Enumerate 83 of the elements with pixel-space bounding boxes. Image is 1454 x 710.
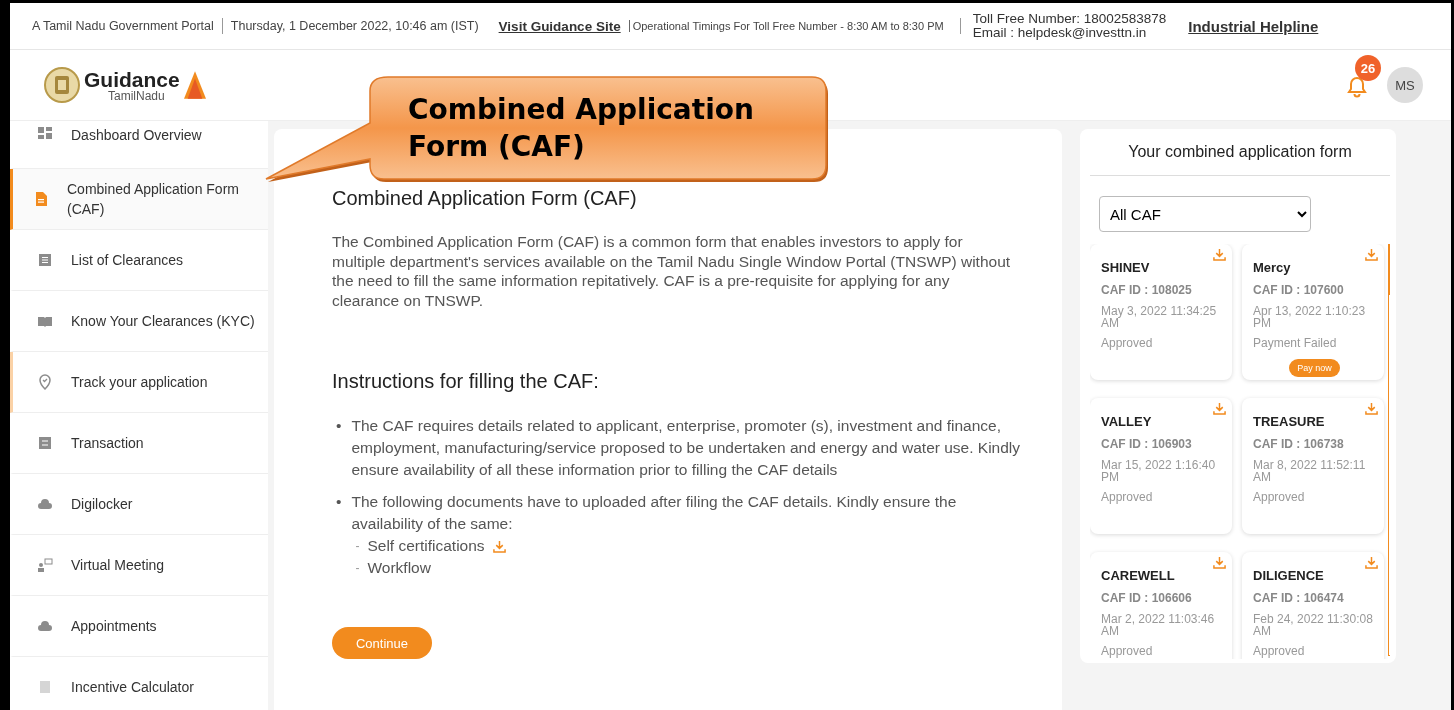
intro-paragraph: The Combined Application Form (CAF) is a common form that enables investors to apply for multiple department's services available on the Tamil Nadu Single Window Portal (TNSWP) without the need to fill the same information repitatively. CAF is a pre-requisite for applying for any clearance on TNSWP.	[332, 232, 1012, 310]
company-name: DILIGENCE	[1253, 568, 1325, 583]
operational-timings: Operational Timings For Toll Free Number - 8:30 AM to 8:30 PM	[628, 20, 944, 32]
application-card[interactable]: VALLEY CAF ID : 106903 Mar 15, 2022 1:16:40 PM Approved	[1090, 398, 1232, 534]
company-name: TREASURE	[1253, 414, 1326, 429]
notification-badge: 26	[1355, 55, 1381, 81]
download-icon[interactable]	[1365, 556, 1378, 569]
caf-filter-dropdown[interactable]: All CAF	[1099, 196, 1311, 232]
toll-free-number: Toll Free Number: 18002583878	[972, 12, 1167, 26]
sidebar-item[interactable]: List of Clearances	[10, 230, 268, 291]
industrial-helpline-link[interactable]: Industrial Helpline	[1188, 17, 1319, 35]
company-name: Mercy	[1253, 260, 1292, 275]
application-status: Payment Failed	[1253, 337, 1338, 349]
panel-title: Your combined application form	[1090, 143, 1390, 176]
guidance-site-link[interactable]: Visit Guidance Site	[498, 18, 621, 34]
document-icon	[33, 191, 49, 207]
download-icon[interactable]	[1213, 402, 1226, 415]
cloud-icon	[37, 618, 53, 634]
logo-subtitle: TamilNadu	[107, 89, 166, 102]
list-icon	[37, 252, 53, 268]
date-time: Thursday, 1 December 2022, 10:46 am (IST)	[230, 19, 479, 33]
application-card[interactable]: DILIGENCE CAF ID : 106474 Feb 24, 2022 11:30:08 AM Approved	[1242, 552, 1384, 659]
dash: -	[355, 538, 360, 555]
application-card[interactable]: CAREWELL CAF ID : 106606 Mar 2, 2022 11:03:46 AM Approved	[1090, 552, 1232, 659]
application-status: Approved	[1101, 337, 1154, 349]
sidebar-item[interactable]: Transaction	[10, 413, 268, 474]
application-card[interactable]: Mercy CAF ID : 107600 Apr 13, 2022 1:10:23 PM Payment Failed Pay now	[1242, 244, 1384, 380]
bullet: •	[336, 492, 342, 512]
submitted-date: Mar 15, 2022 1:16:40 PM	[1101, 459, 1217, 483]
cloud-icon	[37, 496, 53, 512]
page-heading: Combined Application Form (CAF)	[332, 187, 638, 210]
calculator-icon	[37, 679, 53, 695]
bell-icon[interactable]	[1345, 75, 1369, 99]
sidebar-item[interactable]: Appointments	[10, 596, 268, 657]
application-card[interactable]: SHINEV CAF ID : 108025 May 3, 2022 11:34:25 AM Approved	[1090, 244, 1232, 380]
caf-id: CAF ID : 106606	[1101, 591, 1193, 605]
download-icon[interactable]	[1365, 402, 1378, 415]
document-item: Workflow	[367, 558, 431, 578]
instructions-heading: Instructions for filling the CAF:	[332, 370, 600, 393]
meeting-icon	[37, 557, 53, 573]
instruction-text: The CAF requires details related to applicant, enterprise, promoter (s), investment and finance, employment, manufacturing/service proposed to be undertaken and energy and water use. Kindly ensure availability of all these information prior to filling the CAF details	[351, 417, 1021, 478]
company-name: SHINEV	[1101, 260, 1151, 275]
sidebar-item[interactable]: Combined Application Form (CAF)	[10, 169, 268, 230]
dashboard-icon	[37, 125, 53, 141]
submitted-date: Mar 8, 2022 11:52:11 AM	[1253, 459, 1367, 483]
document-item: Self certifications	[367, 536, 485, 556]
company-name: CAREWELL	[1101, 568, 1176, 583]
download-icon[interactable]	[492, 539, 506, 553]
caf-id: CAF ID : 107600	[1253, 283, 1345, 297]
sidebar-item[interactable]: Incentive Calculator	[10, 657, 268, 710]
submitted-date: Apr 13, 2022 1:10:23 PM	[1253, 305, 1367, 329]
transfer-icon	[37, 435, 53, 451]
submitted-date: May 3, 2022 11:34:25 AM	[1101, 305, 1218, 329]
application-status: Approved	[1101, 491, 1154, 503]
sidebar-item[interactable]: Digilocker	[10, 474, 268, 535]
caf-id: CAF ID : 106738	[1253, 437, 1345, 451]
caf-id: CAF ID : 106474	[1253, 591, 1345, 605]
logo-mark-icon	[183, 70, 206, 100]
company-name: VALLEY	[1101, 414, 1153, 429]
application-status: Approved	[1253, 491, 1306, 503]
application-card[interactable]: TREASURE CAF ID : 106738 Mar 8, 2022 11:52:11 AM Approved	[1242, 398, 1384, 534]
bullet: •	[336, 416, 342, 436]
submitted-date: Feb 24, 2022 11:30:08 AM	[1253, 613, 1374, 637]
user-avatar[interactable]: MS	[1387, 67, 1423, 103]
application-status: Approved	[1101, 645, 1154, 657]
location-pin-icon	[37, 374, 53, 390]
download-icon[interactable]	[1213, 556, 1226, 569]
caf-id: CAF ID : 108025	[1101, 283, 1193, 297]
sidebar-item[interactable]: Know Your Clearances (KYC)	[10, 291, 268, 352]
dash: -	[355, 560, 360, 577]
download-icon[interactable]	[1213, 248, 1226, 261]
application-status: Approved	[1253, 645, 1306, 657]
logo-title: Guidance	[84, 68, 180, 90]
instruction-text: The following documents have to uploaded after filing the CAF details. Kindly ensure the availability of the same:	[351, 493, 957, 532]
caf-id: CAF ID : 106903	[1101, 437, 1193, 451]
download-icon[interactable]	[1365, 248, 1378, 261]
portal-name: A Tamil Nadu Government Portal	[32, 19, 214, 33]
callout: Combined Application Form (CAF)	[264, 73, 830, 185]
emblem-icon	[44, 67, 80, 103]
submitted-date: Mar 2, 2022 11:03:46 AM	[1101, 613, 1216, 637]
sidebar-item[interactable]: Virtual Meeting	[10, 535, 268, 596]
helpdesk-email: Email : helpdesk@investtn.in	[972, 26, 1148, 40]
sidebar-item[interactable]: Track your application	[10, 352, 268, 413]
